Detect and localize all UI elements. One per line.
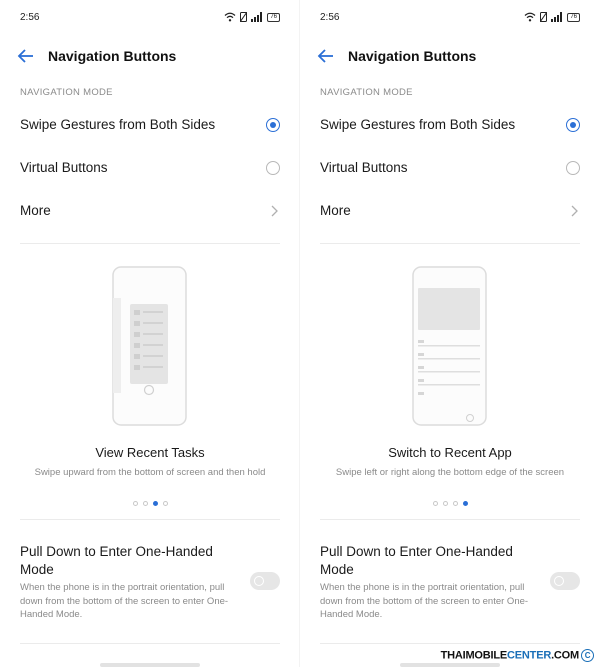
- no-sim-icon: [240, 12, 248, 22]
- divider: [20, 519, 280, 520]
- page-dot[interactable]: [452, 501, 458, 506]
- option-swipe-gestures[interactable]: Swipe Gestures from Both Sides: [320, 110, 580, 140]
- section-label-navigation-mode: NAVIGATION MODE: [320, 87, 413, 98]
- radio-unselected-icon[interactable]: [566, 161, 580, 175]
- option-swipe-gestures[interactable]: Swipe Gestures from Both Sides: [20, 110, 280, 140]
- page-dot[interactable]: [132, 501, 138, 506]
- divider: [320, 243, 580, 244]
- status-time: 2:56: [20, 12, 40, 23]
- carousel-description: Swipe upward from the bottom of screen a…: [34, 467, 266, 478]
- status-bar: 2:56 76: [20, 12, 280, 26]
- watermark: THAIMOBILECENTER.COM C: [441, 649, 594, 662]
- divider: [20, 243, 280, 244]
- one-handed-toggle[interactable]: [550, 572, 580, 590]
- one-handed-title: Pull Down to Enter One-Handed Mode: [320, 544, 513, 577]
- page-dot[interactable]: [432, 501, 438, 506]
- one-handed-description: When the phone is in the portrait orient…: [20, 582, 229, 620]
- page-dot[interactable]: [142, 501, 148, 506]
- battery-icon: 76: [567, 12, 580, 22]
- recent-tasks-illustration: [112, 266, 187, 426]
- carousel-caption: View Recent Tasks: [95, 445, 205, 460]
- page-dot[interactable]: [162, 501, 168, 506]
- copyright-icon: C: [581, 649, 594, 662]
- page-dot-active[interactable]: [462, 501, 468, 506]
- toggle-knob: [554, 576, 564, 586]
- chevron-right-icon: [271, 205, 278, 217]
- option-label: Virtual Buttons: [320, 160, 408, 175]
- more-row[interactable]: More: [320, 196, 580, 226]
- chevron-right-icon: [571, 205, 578, 217]
- one-handed-description: When the phone is in the portrait orient…: [320, 582, 529, 620]
- page-dot[interactable]: [442, 501, 448, 506]
- status-time: 2:56: [320, 12, 340, 23]
- more-label: More: [20, 203, 51, 218]
- back-arrow-icon[interactable]: [316, 46, 336, 66]
- one-handed-toggle[interactable]: [250, 572, 280, 590]
- option-virtual-buttons[interactable]: Virtual Buttons: [320, 153, 580, 183]
- section-label-navigation-mode: NAVIGATION MODE: [20, 87, 113, 98]
- carousel-page-indicator: [300, 501, 600, 506]
- radio-selected-icon[interactable]: [566, 118, 580, 132]
- watermark-brand-a: THAIMOBILE: [440, 649, 508, 662]
- signal-icon: [251, 12, 263, 22]
- watermark-brand-b: CENTER: [507, 649, 552, 662]
- option-virtual-buttons[interactable]: Virtual Buttons: [20, 153, 280, 183]
- divider: [320, 643, 580, 644]
- signal-icon: [551, 12, 563, 22]
- battery-icon: 76: [267, 12, 280, 22]
- more-row[interactable]: More: [20, 196, 280, 226]
- wifi-icon: [524, 12, 536, 22]
- back-arrow-icon[interactable]: [16, 46, 36, 66]
- switch-app-illustration: [412, 266, 487, 426]
- watermark-suffix: .COM: [551, 649, 579, 662]
- divider: [320, 519, 580, 520]
- toggle-knob: [254, 576, 264, 586]
- option-label: Swipe Gestures from Both Sides: [320, 117, 516, 132]
- one-handed-title: Pull Down to Enter One-Handed Mode: [20, 544, 213, 577]
- page-dot-active[interactable]: [152, 501, 158, 506]
- option-label: Virtual Buttons: [20, 160, 108, 175]
- radio-unselected-icon[interactable]: [266, 161, 280, 175]
- carousel-description: Swipe left or right along the bottom edg…: [335, 467, 565, 478]
- option-label: Swipe Gestures from Both Sides: [20, 117, 216, 132]
- divider: [20, 643, 280, 644]
- page-title: Navigation Buttons: [48, 48, 177, 64]
- more-label: More: [320, 203, 351, 218]
- screen-view-recent-tasks: 2:56 76 Navigation Buttons NAVIGATION MO…: [0, 0, 300, 667]
- no-sim-icon: [540, 12, 548, 22]
- page-title: Navigation Buttons: [348, 48, 477, 64]
- gesture-home-bar[interactable]: [100, 663, 200, 667]
- gesture-home-bar[interactable]: [400, 663, 500, 667]
- status-bar: 2:56 76: [320, 12, 580, 26]
- wifi-icon: [224, 12, 236, 22]
- radio-selected-icon[interactable]: [266, 118, 280, 132]
- screen-switch-recent-app: 2:56 76 Navigation Buttons NAVIGATION MO…: [300, 0, 600, 667]
- carousel-page-indicator: [0, 501, 300, 506]
- carousel-caption: Switch to Recent App: [388, 445, 512, 460]
